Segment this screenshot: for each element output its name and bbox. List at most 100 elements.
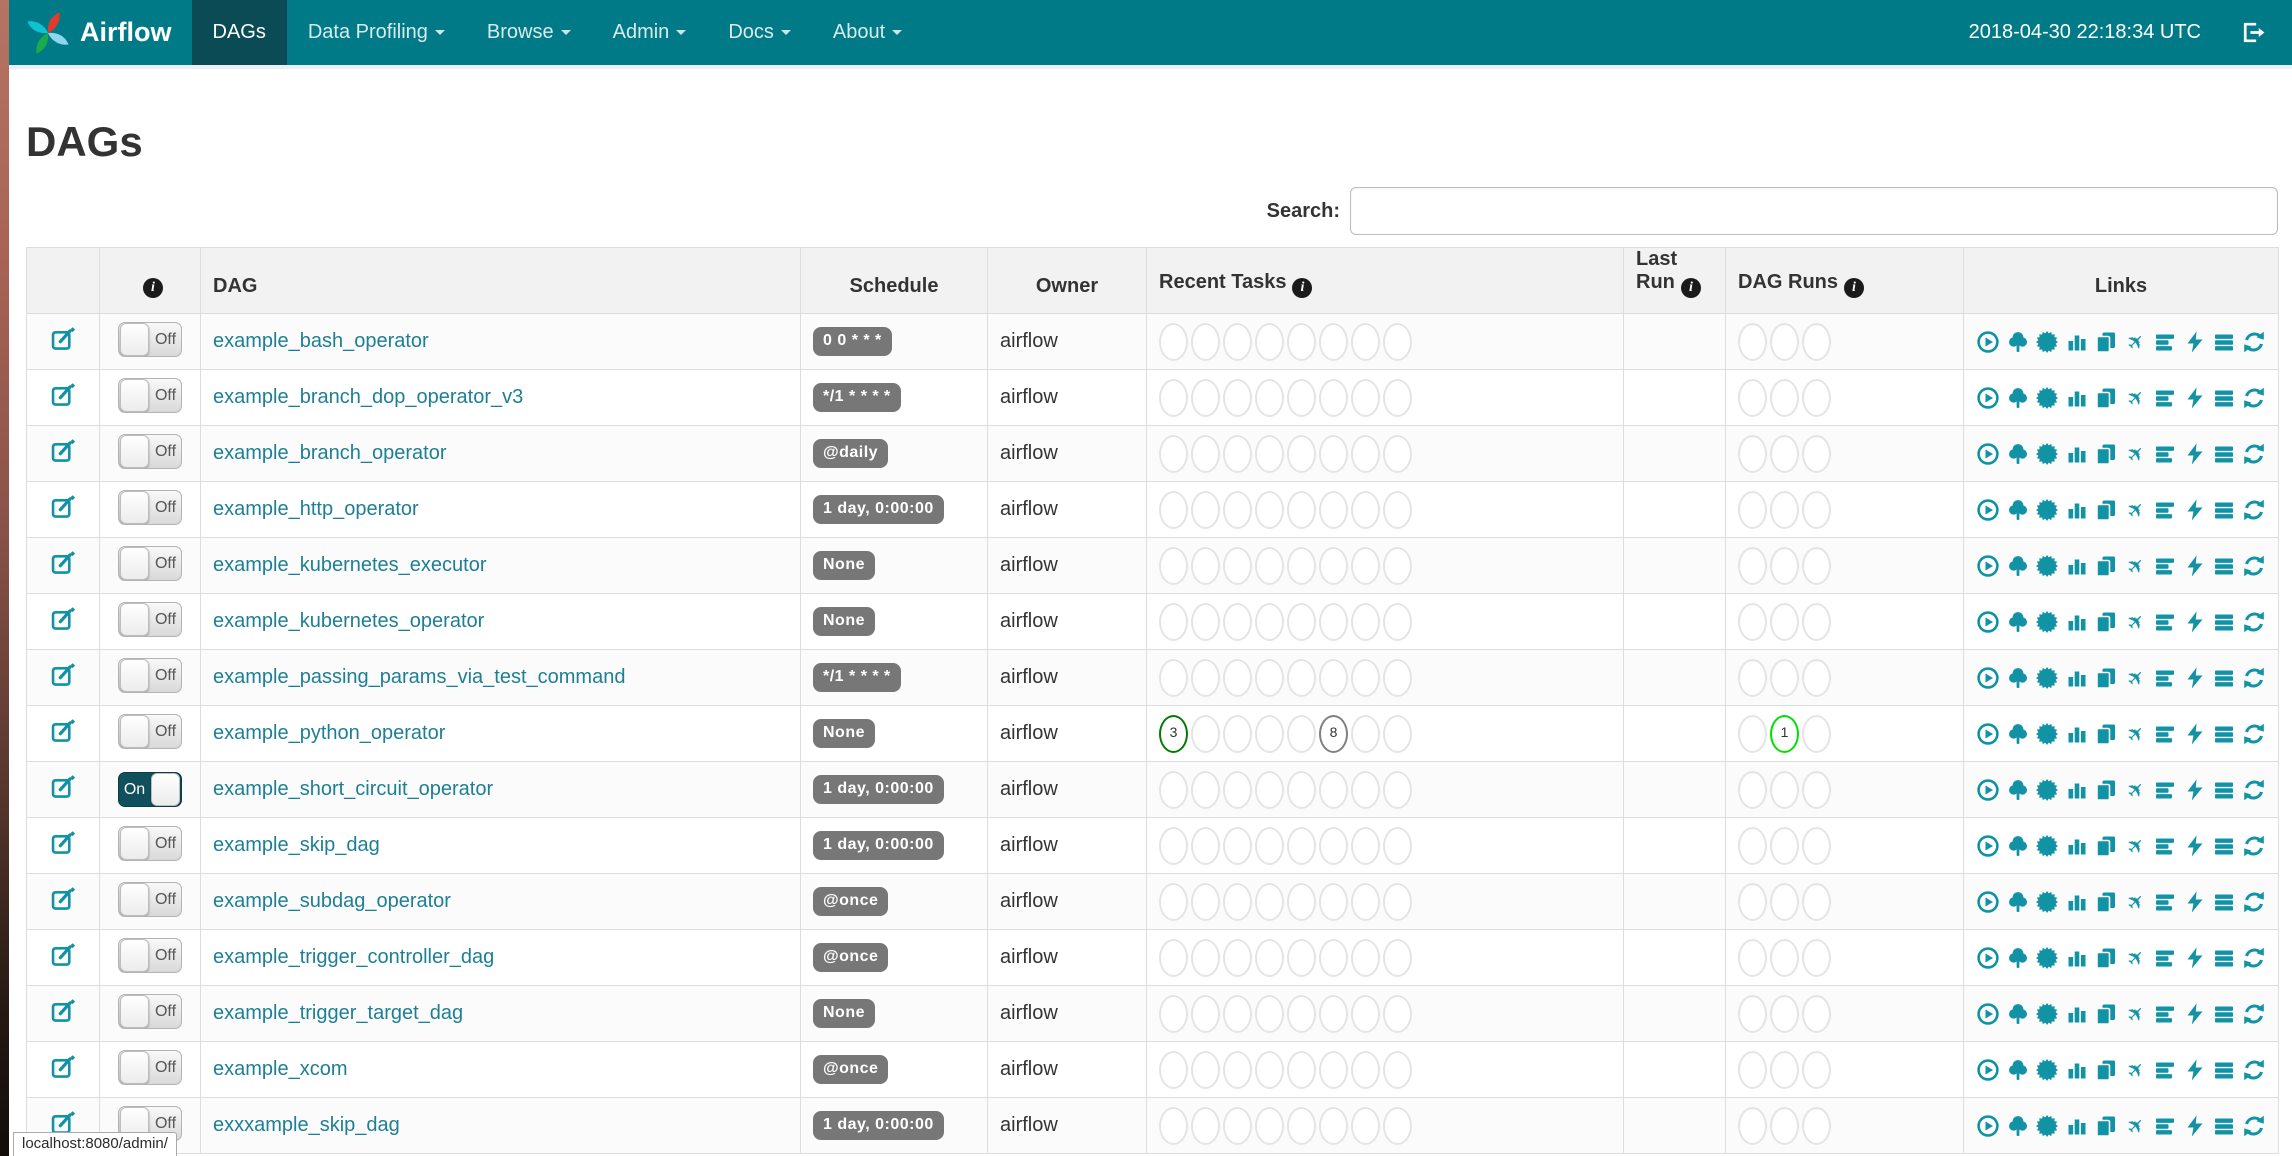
- recent-task-state-circle[interactable]: [1191, 658, 1220, 697]
- dag-run-state-circle[interactable]: [1802, 770, 1831, 809]
- code-view-icon[interactable]: [2183, 330, 2207, 354]
- dag-link[interactable]: example_xcom: [213, 1058, 348, 1080]
- recent-task-state-circle[interactable]: [1351, 826, 1380, 865]
- recent-task-state-circle[interactable]: [1223, 938, 1252, 977]
- landing-times-icon[interactable]: ✈: [2124, 386, 2148, 410]
- recent-task-state-circle[interactable]: [1287, 826, 1316, 865]
- refresh-icon[interactable]: [2242, 610, 2266, 634]
- gantt-view-icon[interactable]: [2153, 1002, 2177, 1026]
- code-view-icon[interactable]: [2183, 554, 2207, 578]
- trigger-dag-icon[interactable]: [1976, 610, 2000, 634]
- task-duration-icon[interactable]: [2065, 666, 2089, 690]
- dag-run-state-circle[interactable]: [1738, 490, 1767, 529]
- graph-view-icon[interactable]: [2035, 554, 2059, 578]
- graph-view-icon[interactable]: [2035, 778, 2059, 802]
- recent-task-state-circle[interactable]: [1319, 1050, 1348, 1089]
- landing-times-icon[interactable]: ✈: [2124, 834, 2148, 858]
- landing-times-icon[interactable]: ✈: [2124, 442, 2148, 466]
- task-duration-icon[interactable]: [2065, 1002, 2089, 1026]
- recent-task-state-circle[interactable]: [1351, 490, 1380, 529]
- dag-run-state-circle[interactable]: [1770, 770, 1799, 809]
- nav-item-data-profiling[interactable]: Data Profiling: [287, 0, 466, 65]
- recent-task-state-circle[interactable]: [1159, 994, 1188, 1033]
- dag-run-state-circle[interactable]: [1738, 714, 1767, 753]
- logs-icon[interactable]: [2212, 442, 2236, 466]
- gantt-view-icon[interactable]: [2153, 610, 2177, 634]
- recent-task-state-circle[interactable]: [1351, 1050, 1380, 1089]
- recent-task-state-circle[interactable]: [1223, 1106, 1252, 1145]
- recent-task-state-circle[interactable]: [1159, 770, 1188, 809]
- recent-task-state-circle[interactable]: [1255, 1106, 1284, 1145]
- recent-task-state-circle[interactable]: [1159, 378, 1188, 417]
- recent-task-state-circle[interactable]: [1255, 602, 1284, 641]
- code-view-icon[interactable]: [2183, 834, 2207, 858]
- recent-task-state-circle[interactable]: [1255, 938, 1284, 977]
- recent-task-state-circle[interactable]: [1255, 434, 1284, 473]
- recent-task-state-circle[interactable]: [1351, 322, 1380, 361]
- dag-run-state-circle[interactable]: 1: [1770, 714, 1799, 753]
- gantt-view-icon[interactable]: [2153, 1114, 2177, 1138]
- recent-task-state-circle[interactable]: [1319, 1106, 1348, 1145]
- recent-task-state-circle[interactable]: [1351, 1106, 1380, 1145]
- nav-item-about[interactable]: About: [812, 0, 923, 65]
- dag-pause-toggle[interactable]: Off: [118, 489, 182, 525]
- recent-task-state-circle[interactable]: [1351, 882, 1380, 921]
- tree-view-icon[interactable]: [2006, 498, 2030, 522]
- task-tries-icon[interactable]: [2094, 778, 2118, 802]
- dag-run-state-circle[interactable]: [1738, 546, 1767, 585]
- logs-icon[interactable]: [2212, 890, 2236, 914]
- edit-dag-icon[interactable]: [50, 886, 76, 912]
- logs-icon[interactable]: [2212, 834, 2236, 858]
- recent-task-state-circle[interactable]: [1287, 322, 1316, 361]
- airflow-brand-link[interactable]: Airflow: [9, 0, 192, 65]
- search-input[interactable]: [1350, 187, 2278, 235]
- gantt-view-icon[interactable]: [2153, 554, 2177, 578]
- dag-link[interactable]: example_kubernetes_executor: [213, 554, 487, 576]
- refresh-icon[interactable]: [2242, 890, 2266, 914]
- recent-task-state-circle[interactable]: [1383, 322, 1412, 361]
- recent-task-state-circle[interactable]: [1223, 882, 1252, 921]
- recent-task-state-circle[interactable]: [1191, 378, 1220, 417]
- recent-task-state-circle[interactable]: [1383, 1106, 1412, 1145]
- task-duration-icon[interactable]: [2065, 386, 2089, 410]
- landing-times-icon[interactable]: ✈: [2124, 946, 2148, 970]
- recent-task-state-circle[interactable]: [1159, 658, 1188, 697]
- recent-task-state-circle[interactable]: [1351, 378, 1380, 417]
- logs-icon[interactable]: [2212, 1114, 2236, 1138]
- recent-task-state-circle[interactable]: [1351, 546, 1380, 585]
- recent-task-state-circle[interactable]: [1351, 434, 1380, 473]
- dag-link[interactable]: example_short_circuit_operator: [213, 778, 493, 800]
- edit-dag-icon[interactable]: [50, 438, 76, 464]
- recent-task-state-circle[interactable]: [1191, 770, 1220, 809]
- dag-link[interactable]: example_kubernetes_operator: [213, 610, 484, 632]
- task-tries-icon[interactable]: [2094, 834, 2118, 858]
- recent-task-state-circle[interactable]: [1191, 938, 1220, 977]
- dag-run-state-circle[interactable]: [1738, 882, 1767, 921]
- edit-dag-icon[interactable]: [50, 662, 76, 688]
- recent-task-state-circle[interactable]: [1351, 714, 1380, 753]
- recent-task-state-circle[interactable]: [1287, 546, 1316, 585]
- dag-run-state-circle[interactable]: [1802, 602, 1831, 641]
- refresh-icon[interactable]: [2242, 442, 2266, 466]
- nav-item-admin[interactable]: Admin: [592, 0, 708, 65]
- recent-task-state-circle[interactable]: [1159, 602, 1188, 641]
- edit-dag-icon[interactable]: [50, 382, 76, 408]
- edit-dag-icon[interactable]: [50, 998, 76, 1024]
- task-duration-icon[interactable]: [2065, 1058, 2089, 1082]
- gantt-view-icon[interactable]: [2153, 498, 2177, 522]
- dag-run-state-circle[interactable]: [1802, 434, 1831, 473]
- recent-task-state-circle[interactable]: [1191, 714, 1220, 753]
- landing-times-icon[interactable]: ✈: [2124, 498, 2148, 522]
- dag-run-state-circle[interactable]: [1802, 938, 1831, 977]
- gantt-view-icon[interactable]: [2153, 946, 2177, 970]
- dag-pause-toggle[interactable]: Off: [118, 321, 182, 357]
- dag-run-state-circle[interactable]: [1802, 994, 1831, 1033]
- dag-run-state-circle[interactable]: [1770, 826, 1799, 865]
- graph-view-icon[interactable]: [2035, 1058, 2059, 1082]
- logs-icon[interactable]: [2212, 498, 2236, 522]
- nav-item-docs[interactable]: Docs: [707, 0, 812, 65]
- task-tries-icon[interactable]: [2094, 1002, 2118, 1026]
- recent-task-state-circle[interactable]: [1223, 826, 1252, 865]
- landing-times-icon[interactable]: ✈: [2124, 330, 2148, 354]
- gantt-view-icon[interactable]: [2153, 442, 2177, 466]
